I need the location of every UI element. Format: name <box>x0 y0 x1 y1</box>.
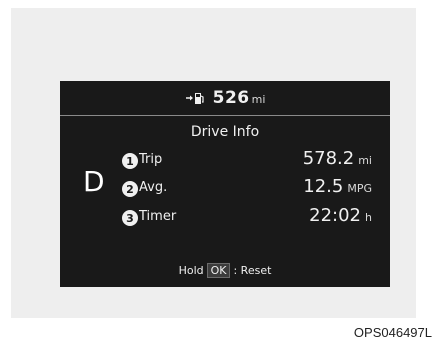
average-label: Avg. <box>139 180 168 195</box>
number-1-icon: 1 <box>122 153 138 169</box>
fuel-pump-arrow-icon <box>185 91 205 105</box>
timer-row: 3 Timer 22:02 h <box>122 205 372 230</box>
average-value: 12.5 <box>303 176 344 197</box>
drive-info-title: Drive Info <box>190 124 260 140</box>
figure-panel: 526 mi Drive Info D 1 Trip 578.2 mi 2 Avg… <box>11 8 416 318</box>
trip-value-group: 578.2 mi <box>303 148 372 169</box>
range-bar: 526 mi <box>60 81 390 115</box>
average-row: 2 Avg. 12.5 MPG <box>122 176 372 201</box>
number-2-icon: 2 <box>122 181 138 197</box>
cluster-display: 526 mi Drive Info D 1 Trip 578.2 mi 2 Avg… <box>60 81 390 287</box>
hint-suffix: : Reset <box>233 264 272 277</box>
ok-key-badge: OK <box>206 263 231 278</box>
timer-unit: h <box>365 211 372 224</box>
timer-label: Timer <box>139 209 177 224</box>
range-value: 526 <box>212 88 250 108</box>
average-value-group: 12.5 MPG <box>303 176 372 197</box>
trip-unit: mi <box>358 154 372 167</box>
range-readout: 526 mi <box>213 88 266 108</box>
average-unit: MPG <box>347 182 372 195</box>
reset-hint: Hold OK : Reset <box>60 263 390 278</box>
range-unit: mi <box>251 93 266 106</box>
timer-value: 22:02 <box>309 205 362 226</box>
trip-label: Trip <box>139 152 163 167</box>
number-3-icon: 3 <box>122 210 138 226</box>
trip-row: 1 Trip 578.2 mi <box>122 148 372 173</box>
gear-indicator: D <box>83 165 105 198</box>
figure-code: OPS046497L <box>353 325 432 340</box>
timer-value-group: 22:02 h <box>309 205 372 226</box>
trip-value: 578.2 <box>302 148 355 169</box>
hint-prefix: Hold <box>178 264 204 277</box>
divider <box>60 115 390 116</box>
